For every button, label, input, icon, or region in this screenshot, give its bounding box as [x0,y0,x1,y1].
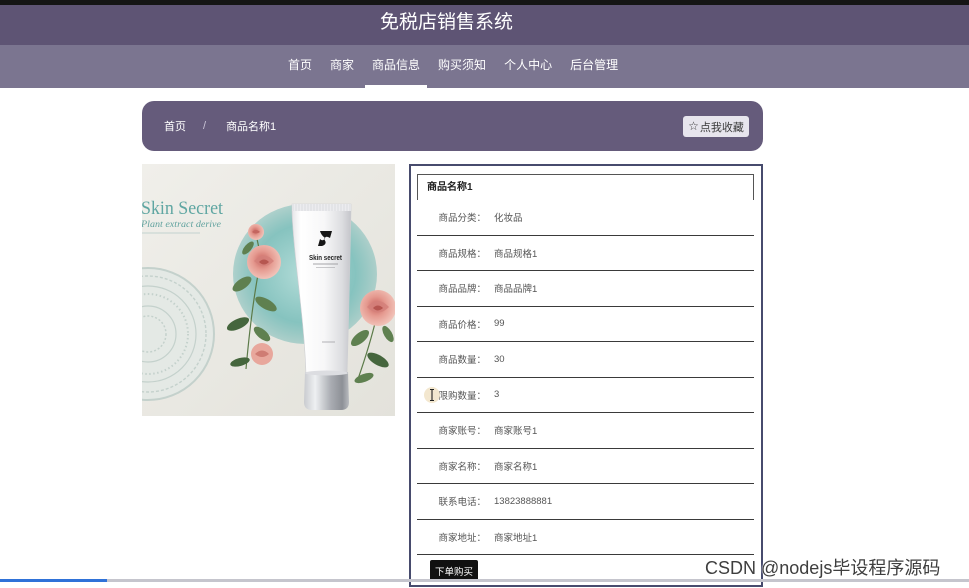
image-tagline: Plant extract derive [142,220,221,230]
playback-progress-bar [0,579,969,582]
detail-value: 商家名称1 [494,461,538,473]
favorite-button-label: 点我收藏 [699,121,744,134]
nav-item-merchants[interactable]: 商家 [323,45,361,88]
main-nav: 首页 商家 商品信息 购买须知 个人中心 后台管理 [0,45,969,88]
detail-value: 99 [494,318,505,330]
detail-row-merchant-address: 商家地址： 商家地址1 [417,520,754,555]
nav-item-personal-center[interactable]: 个人中心 [497,45,559,88]
playback-progress-fill [0,579,107,582]
detail-row-purchase-limit: 限购数量： 3 [417,378,754,413]
detail-row-spec: 商品规格： 商品规格1 [417,236,754,271]
detail-row-price: 商品价格： 99 [417,307,754,342]
star-outline-icon [688,120,699,133]
detail-label: 商品价格： [438,319,486,331]
detail-label: 商品分类： [438,213,486,225]
rose-bud [248,224,264,240]
detail-value: 商品品牌1 [494,284,538,296]
nav-item-home[interactable]: 首页 [281,45,319,88]
favorite-button[interactable]: 点我收藏 [683,116,749,137]
detail-label: 商家账号： [438,426,486,438]
detail-value: 商品规格1 [494,248,538,260]
detail-row-merchant-account: 商家账号： 商家账号1 [417,413,754,449]
site-title: 免税店销售系统 [379,12,513,33]
product-photo: Skin Secret Plant extract derive Skin se… [142,164,395,416]
detail-row-quantity: 商品数量： 30 [417,342,754,378]
text-cursor-icon [424,387,440,403]
breadcrumb: 首页 / 商品名称1 [164,101,276,151]
detail-value: 3 [494,389,500,401]
product-image: Skin Secret Plant extract derive Skin se… [142,164,395,416]
detail-row-merchant-name: 商家名称： 商家名称1 [417,449,754,484]
detail-label: 商品品牌： [438,284,486,296]
detail-value: 商家地址1 [494,532,538,544]
detail-row-category: 商品分类： 化妆品 [417,200,754,236]
breadcrumb-current: 商品名称1 [226,121,277,133]
tube-brand-text: Skin secret [309,253,342,262]
site-header: 免税店销售系统 [0,5,969,45]
breadcrumb-bar: 首页 / 商品名称1 点我收藏 [142,101,763,151]
detail-row-brand: 商品品牌： 商品品牌1 [417,271,754,307]
breadcrumb-home-link[interactable]: 首页 [164,118,186,134]
image-headline: Skin Secret [142,198,224,219]
detail-value: 商家账号1 [494,426,538,438]
nav-item-products[interactable]: 商品信息 [365,45,428,88]
nav-list: 首页 商家 商品信息 购买须知 个人中心 后台管理 [281,45,625,88]
detail-label: 联系电话： [438,497,486,509]
nav-item-purchase-notice[interactable]: 购买须知 [431,45,493,88]
rose-left [247,245,281,279]
detail-label: 商品数量： [438,355,486,367]
detail-value: 13823888881 [494,495,553,507]
product-name-header: 商品名称1 [417,174,754,200]
breadcrumb-separator: / [203,120,207,132]
rose-bottom [251,343,273,365]
product-details-table: 商品名称1 商品分类： 化妆品 商品规格： 商品规格1 商品品牌： 商品品牌1 … [417,174,754,555]
detail-row-phone: 联系电话： 13823888881 [417,484,754,520]
nav-item-admin[interactable]: 后台管理 [563,45,625,88]
detail-label: 商品规格： [438,248,486,260]
detail-label: 商家名称： [438,461,486,473]
detail-label: 商家地址： [438,532,486,544]
product-details-panel: 商品名称1 商品分类： 化妆品 商品规格： 商品规格1 商品品牌： 商品品牌1 … [409,164,763,587]
detail-value: 化妆品 [494,213,523,225]
detail-value: 30 [494,353,505,365]
rose-right [360,290,395,326]
